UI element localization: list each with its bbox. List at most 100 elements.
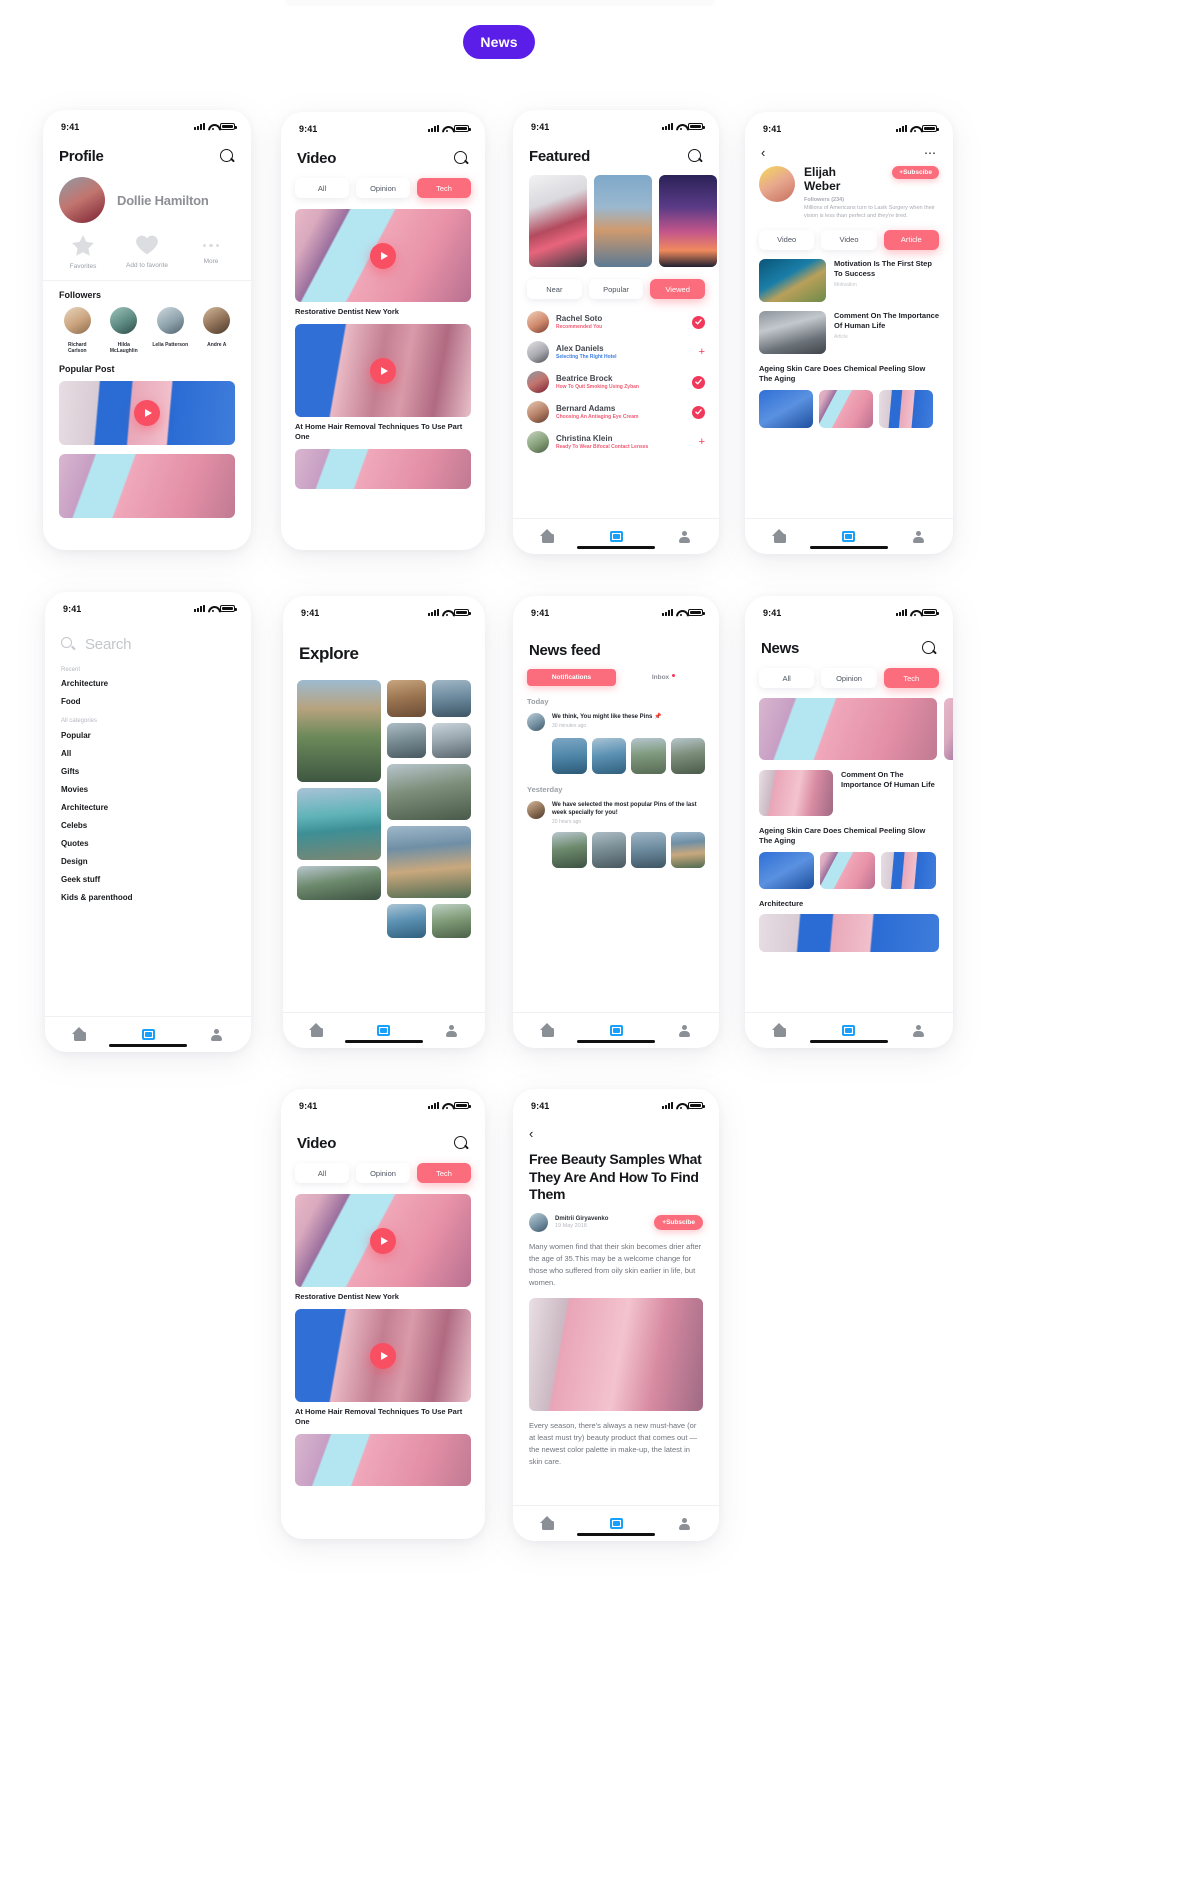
contact-row[interactable]: Bernard Adams Choosing An Antiaging Eye … — [527, 397, 705, 427]
user-icon[interactable] — [911, 530, 925, 544]
chip-opinion[interactable]: Opinion — [821, 668, 877, 688]
play-icon[interactable] — [370, 357, 396, 384]
action-add-favorite[interactable]: Add to favorite — [115, 235, 179, 270]
video-thumb[interactable] — [295, 1434, 471, 1487]
category-item[interactable]: Architecture — [61, 803, 235, 812]
add-icon[interactable]: + — [699, 436, 705, 448]
status-badge-checked[interactable] — [692, 405, 705, 419]
category-item[interactable]: All — [61, 749, 235, 758]
grid-icon[interactable] — [609, 531, 623, 542]
category-item[interactable]: Design — [61, 857, 235, 866]
chip-article[interactable]: Article — [883, 229, 939, 250]
category-item[interactable]: Movies — [61, 785, 235, 794]
gallery-thumb[interactable] — [631, 738, 666, 774]
explore-tile[interactable] — [387, 680, 426, 717]
featured-card[interactable] — [594, 175, 652, 267]
category-item[interactable]: Architecture — [61, 679, 235, 688]
chip-opinion[interactable]: Opinion — [356, 1163, 410, 1183]
home-icon[interactable] — [540, 1516, 555, 1531]
section-gallery[interactable] — [759, 389, 939, 428]
gallery-thumb[interactable] — [759, 852, 814, 890]
tab-notifications[interactable]: Notifications — [527, 669, 616, 686]
notification-gallery[interactable] — [527, 832, 705, 869]
chevron-left-icon[interactable]: ‹ — [529, 1126, 533, 1141]
section-hero[interactable] — [759, 914, 939, 953]
chip-tech[interactable]: Tech — [883, 668, 939, 688]
explore-tile[interactable] — [432, 904, 471, 938]
explore-tile[interactable] — [432, 680, 471, 717]
category-item[interactable]: Kids & parenthood — [61, 893, 235, 902]
featured-carousel[interactable] — [513, 165, 719, 267]
explore-tile[interactable] — [387, 826, 471, 898]
news-pill-badge[interactable]: News — [463, 25, 535, 59]
explore-tile[interactable] — [387, 764, 471, 820]
search-icon[interactable] — [922, 641, 937, 656]
chevron-left-icon[interactable]: ‹ — [761, 146, 765, 159]
gallery-thumb[interactable] — [670, 738, 705, 774]
user-icon[interactable] — [678, 1517, 692, 1531]
contact-row[interactable]: Alex Daniels Selecting The Right Hotel + — [527, 337, 705, 367]
news-article-row[interactable]: Comment On The Importance Of Human Life — [745, 760, 953, 816]
contact-row[interactable]: Beatrice Brock How To Quit Smoking Using… — [527, 367, 705, 397]
action-favorites[interactable]: Favorites — [51, 235, 115, 270]
home-icon[interactable] — [772, 529, 787, 544]
explore-tile[interactable] — [297, 680, 381, 782]
chip-tech[interactable]: Tech — [417, 1163, 471, 1183]
video-thumb[interactable] — [295, 209, 471, 302]
user-icon[interactable] — [678, 1024, 692, 1038]
category-item[interactable]: Celebs — [61, 821, 235, 830]
category-item[interactable]: Quotes — [61, 839, 235, 848]
contact-row[interactable]: Christina Klein Ready To Wear Bifocal Co… — [527, 427, 705, 457]
gallery-thumb[interactable] — [881, 852, 936, 890]
status-badge-checked[interactable] — [692, 375, 705, 389]
grid-icon[interactable] — [609, 1025, 623, 1036]
chip-opinion[interactable]: Opinion — [356, 178, 410, 198]
gallery-thumb[interactable] — [820, 852, 875, 890]
chip-all[interactable]: All — [759, 668, 815, 688]
subscribe-button[interactable]: +Subscibe — [892, 166, 939, 179]
gallery-thumb[interactable] — [670, 832, 705, 869]
notification-row[interactable]: We think, You might like these Pins 📌 30… — [527, 713, 705, 731]
user-icon[interactable] — [210, 1028, 224, 1042]
grid-icon[interactable] — [842, 1025, 856, 1036]
chip-all[interactable]: All — [295, 178, 349, 198]
article-row[interactable]: Motivation Is The First Step To Success … — [759, 258, 939, 302]
follower-item[interactable]: Hilda McLaughlin — [106, 307, 143, 354]
search-bar[interactable]: Search — [45, 616, 251, 653]
explore-tile[interactable] — [297, 866, 381, 900]
chip-popular[interactable]: Popular — [588, 279, 644, 299]
user-icon[interactable] — [678, 530, 692, 544]
action-more[interactable]: More — [179, 235, 243, 270]
user-icon[interactable] — [444, 1024, 458, 1038]
chip-near[interactable]: Near — [527, 279, 582, 299]
category-item[interactable]: Popular — [61, 731, 235, 740]
notification-row[interactable]: We have selected the most popular Pins o… — [527, 801, 705, 825]
home-icon[interactable] — [309, 1023, 324, 1038]
gallery-thumb[interactable] — [819, 389, 873, 428]
news-hero-card[interactable] — [759, 698, 937, 760]
home-icon[interactable] — [72, 1027, 87, 1042]
grid-icon[interactable] — [609, 1518, 623, 1529]
follower-item[interactable]: Lelia Patterson — [152, 307, 189, 354]
gallery-thumb[interactable] — [631, 832, 666, 869]
play-icon[interactable] — [370, 1227, 396, 1254]
gallery-thumb[interactable] — [552, 738, 587, 774]
follower-item[interactable]: Richard Carlson — [59, 307, 96, 354]
news-hero-carousel[interactable] — [745, 688, 953, 760]
gallery-thumb[interactable] — [879, 389, 933, 428]
chip-video-1[interactable]: Video — [759, 229, 815, 250]
grid-icon[interactable] — [141, 1029, 155, 1040]
explore-tile[interactable] — [387, 904, 426, 938]
chip-video-2[interactable]: Video — [821, 229, 877, 250]
tab-inbox[interactable]: Inbox — [616, 669, 705, 686]
video-thumb[interactable] — [295, 449, 471, 490]
search-icon[interactable] — [454, 1136, 469, 1151]
gallery-thumb[interactable] — [759, 389, 813, 428]
gallery-thumb[interactable] — [591, 738, 626, 774]
subscribe-button[interactable]: +Subscibe — [654, 1214, 703, 1230]
contact-row[interactable]: Rachel Soto Recommended You — [527, 307, 705, 337]
play-icon[interactable] — [370, 1342, 396, 1369]
popular-post-video[interactable] — [59, 381, 235, 446]
featured-card[interactable] — [659, 175, 717, 267]
video-thumb[interactable] — [295, 324, 471, 417]
